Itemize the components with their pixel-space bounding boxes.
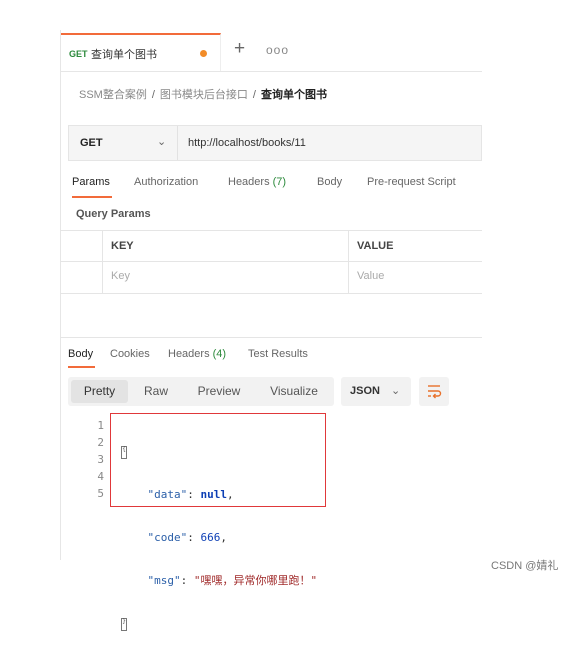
active-tab-indicator [68,366,95,368]
wrap-lines-button[interactable] [419,377,449,406]
view-raw[interactable]: Raw [130,380,182,403]
breadcrumb-collection[interactable]: SSM整合案例 [79,89,147,101]
tab-test-results[interactable]: Test Results [248,348,308,360]
line-number: 3 [97,453,104,466]
tab-params[interactable]: Params [72,176,110,188]
format-value: JSON [350,385,380,397]
tab-authorization[interactable]: Authorization [134,176,198,188]
tab-headers-label: Headers [228,176,270,188]
tab-response-headers[interactable]: Headers (4) [168,348,226,360]
breadcrumb: SSM整合案例 / 图书模块后台接口 / 查询单个图书 [79,86,327,102]
line-number: 2 [97,436,104,449]
headers-count: (7) [272,176,287,188]
request-tab[interactable]: GET 查询单个图书 [61,33,221,71]
method-value: GET [80,137,103,149]
breadcrumb-sep: / [252,89,256,101]
more-icon[interactable]: ooo [266,43,289,57]
close-brace-icon: } [121,617,127,631]
line-numbers: 1 2 3 4 5 [90,417,104,502]
view-visualize[interactable]: Visualize [258,380,330,403]
col-divider [102,231,103,293]
unsaved-dot-icon [200,50,207,57]
line-number: 4 [97,470,104,483]
tab-response-headers-label: Headers [168,348,210,360]
view-mode-segment: Pretty Raw Preview Visualize [68,377,334,406]
json-value: "嘿嘿，异常你哪里跑！" [193,574,318,587]
params-table: KEY VALUE Key Value [60,230,482,294]
view-pretty[interactable]: Pretty [71,380,128,403]
pane-divider[interactable] [60,337,482,338]
tab-headers[interactable]: Headers (7) [228,176,286,188]
open-brace-icon: { [121,445,127,459]
breadcrumb-current: 查询单个图书 [260,89,327,101]
tab-body[interactable]: Body [317,176,342,188]
view-preview[interactable]: Preview [184,380,254,403]
json-key: "msg" [147,574,181,587]
line-number: 1 [97,419,104,432]
column-header-key: KEY [111,240,134,252]
json-value: null [200,488,228,501]
chevron-down-icon: ⌄ [157,136,167,148]
tab-prerequest[interactable]: Pre-request Script [367,176,456,188]
tab-title: 查询单个图书 [91,49,157,61]
breadcrumb-folder[interactable]: 图书模块后台接口 [160,89,248,101]
value-input[interactable]: Value [357,270,384,282]
key-input[interactable]: Key [111,270,130,282]
column-header-value: VALUE [357,240,394,252]
tab-method: GET [69,49,88,59]
active-tab-indicator [72,196,112,198]
response-body[interactable]: { "data": null, "code": 666, "msg": "嘿嘿，… [121,417,317,645]
tab-cookies[interactable]: Cookies [110,348,150,360]
col-divider [348,231,349,293]
breadcrumb-sep: / [151,89,155,101]
wrap-lines-icon [428,385,442,399]
row-divider [60,261,482,262]
plus-icon[interactable]: + [234,38,245,60]
format-select[interactable]: JSON ⌄ [341,377,411,406]
url-input[interactable]: http://localhost/books/11 [188,137,306,149]
json-key: "data" [147,488,188,501]
watermark: CSDN @婧礼 [491,560,559,572]
tab-response-body[interactable]: Body [68,348,93,360]
method-select[interactable]: GET ⌄ [69,126,178,160]
line-number: 5 [97,487,104,500]
json-key: "code" [147,531,188,544]
frame-border [60,30,61,560]
url-bar: GET ⌄ http://localhost/books/11 [68,125,482,161]
tab-bar: GET 查询单个图书 + ooo [61,33,482,72]
query-params-title: Query Params [76,208,151,220]
response-headers-count: (4) [212,348,227,360]
chevron-down-icon: ⌄ [391,385,401,397]
json-value: 666 [200,531,221,544]
